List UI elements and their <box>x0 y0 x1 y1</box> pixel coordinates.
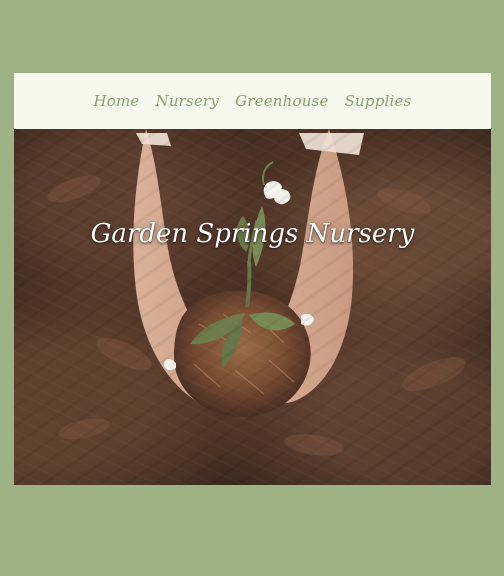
main-navigation: Home Nursery Greenhouse Supplies <box>14 73 491 129</box>
hero-section: Garden Springs Nursery <box>14 129 491 485</box>
hands-holding-seedling-image <box>47 129 466 456</box>
site-frame: Home Nursery Greenhouse Supplies Garden … <box>14 73 491 485</box>
nav-supplies-link[interactable]: Supplies <box>345 92 412 110</box>
hero-title: Garden Springs Nursery <box>90 219 415 249</box>
nav-home-link[interactable]: Home <box>93 92 139 110</box>
nav-nursery-link[interactable]: Nursery <box>156 92 220 110</box>
nav-greenhouse-link[interactable]: Greenhouse <box>235 92 329 110</box>
